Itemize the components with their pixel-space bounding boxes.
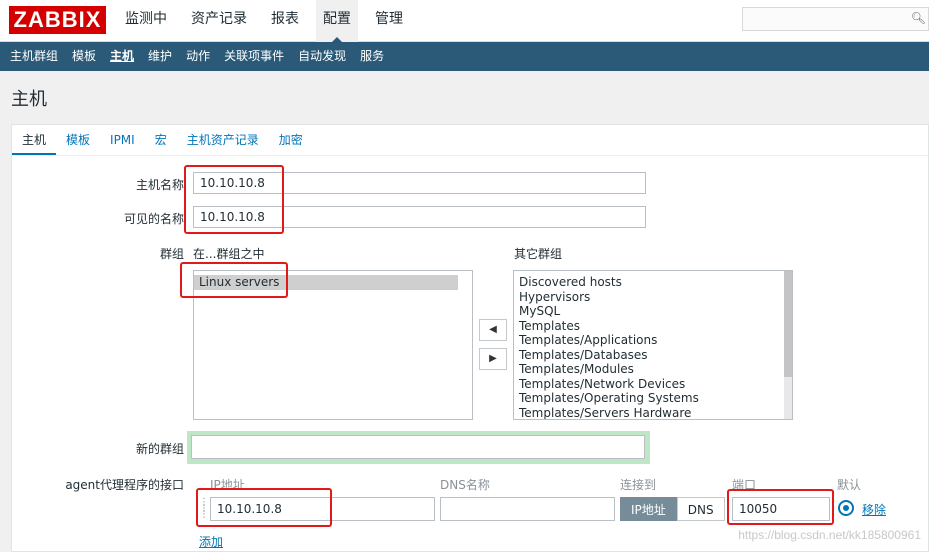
groups-label: 群组: [159, 247, 184, 261]
list-scrollbar[interactable]: [784, 271, 792, 419]
menu-monitoring[interactable]: 监测中: [118, 0, 174, 42]
other-groups-list[interactable]: Discovered hosts Hypervisors MySQL Templ…: [513, 270, 793, 420]
submenu-correlation[interactable]: 关联项事件: [224, 42, 284, 71]
search-icon[interactable]: 🔍︎: [911, 11, 926, 25]
watermark: https://blog.csdn.net/kk185800961: [738, 528, 921, 542]
host-name-label: 主机名称: [135, 178, 184, 192]
dns-name-field[interactable]: [440, 497, 615, 521]
list-item[interactable]: Templates/Servers Hardware: [514, 406, 792, 420]
list-item[interactable]: Linux servers: [194, 275, 458, 290]
list-item[interactable]: Templates/Applications: [514, 333, 792, 348]
new-group-label: 新的群组: [135, 442, 184, 456]
drag-handle-icon[interactable]: ⋮ ⋮ ⋮: [199, 498, 209, 520]
tab-macros[interactable]: 宏: [145, 125, 177, 155]
list-item[interactable]: Templates/Databases: [514, 348, 792, 363]
connect-dns-option[interactable]: DNS: [676, 497, 725, 521]
sub-menu: 主机群组 模板 主机 维护 动作 关联项事件 自动发现 服务: [0, 42, 929, 71]
list-item[interactable]: Templates/Network Devices: [514, 377, 792, 392]
submenu-maintenance[interactable]: 维护: [148, 42, 172, 71]
zabbix-logo[interactable]: ZABBIX: [9, 6, 106, 34]
menu-reports[interactable]: 报表: [264, 0, 306, 42]
submenu-templates[interactable]: 模板: [72, 42, 96, 71]
connect-ip-option[interactable]: IP地址: [620, 497, 677, 521]
menu-configuration[interactable]: 配置: [316, 0, 358, 43]
dns-column-header: DNS名称: [440, 478, 490, 492]
tab-encryption[interactable]: 加密: [269, 125, 313, 155]
submenu-hosts[interactable]: 主机: [110, 42, 134, 71]
in-groups-list[interactable]: Linux servers: [193, 270, 473, 420]
other-groups-label: 其它群组: [514, 247, 563, 261]
main-menu: 监测中 资产记录 报表 配置 管理: [118, 0, 420, 43]
in-groups-label: 在...群组之中: [193, 247, 265, 261]
submenu-discovery[interactable]: 自动发现: [298, 42, 346, 71]
list-item[interactable]: Hypervisors: [514, 290, 792, 305]
list-item[interactable]: Discovered hosts: [514, 275, 792, 290]
connect-to-toggle: IP地址 DNS: [620, 497, 725, 521]
new-group-input[interactable]: [191, 435, 645, 459]
submenu-host-groups[interactable]: 主机群组: [10, 42, 58, 71]
page-title: 主机: [11, 89, 47, 110]
list-item[interactable]: MySQL: [514, 304, 792, 319]
tab-templates[interactable]: 模板: [56, 125, 100, 155]
default-interface-radio[interactable]: [838, 500, 854, 516]
tab-host[interactable]: 主机: [12, 125, 57, 155]
add-interface-link[interactable]: 添加: [199, 533, 223, 550]
visible-name-field[interactable]: 10.10.10.8: [193, 206, 646, 228]
form-tabs: 主机 模板 IPMI 宏 主机资产记录 加密: [12, 125, 928, 156]
agent-interface-label: agent代理程序的接口: [65, 478, 184, 492]
connect-column-header: 连接到: [620, 478, 657, 492]
port-field[interactable]: 10050: [732, 497, 830, 521]
ip-address-field[interactable]: 10.10.10.8: [210, 497, 435, 521]
visible-name-label: 可见的名称: [123, 212, 184, 226]
list-item[interactable]: Templates/Modules: [514, 362, 792, 377]
remove-interface-link[interactable]: 移除: [862, 501, 886, 518]
move-left-button[interactable]: ◀: [479, 319, 507, 341]
ip-column-header: IP地址: [210, 478, 245, 492]
top-header: ZABBIX 监测中 资产记录 报表 配置 管理 🔍︎: [0, 0, 929, 43]
new-group-wrapper: [187, 431, 650, 464]
tab-ipmi[interactable]: IPMI: [100, 125, 145, 155]
tab-inventory[interactable]: 主机资产记录: [177, 125, 269, 155]
submenu-services[interactable]: 服务: [360, 42, 384, 71]
search-input[interactable]: 🔍︎: [742, 7, 929, 31]
move-right-button[interactable]: ▶: [479, 348, 507, 370]
scroll-thumb[interactable]: [784, 271, 792, 377]
list-item[interactable]: Templates/Operating Systems: [514, 391, 792, 406]
menu-administration[interactable]: 管理: [368, 0, 410, 42]
default-column-header: 默认: [837, 478, 862, 492]
port-column-header: 端口: [732, 478, 757, 492]
host-name-field[interactable]: 10.10.10.8: [193, 172, 646, 194]
list-item[interactable]: Templates: [514, 319, 792, 334]
submenu-actions[interactable]: 动作: [186, 42, 210, 71]
menu-inventory[interactable]: 资产记录: [184, 0, 254, 42]
